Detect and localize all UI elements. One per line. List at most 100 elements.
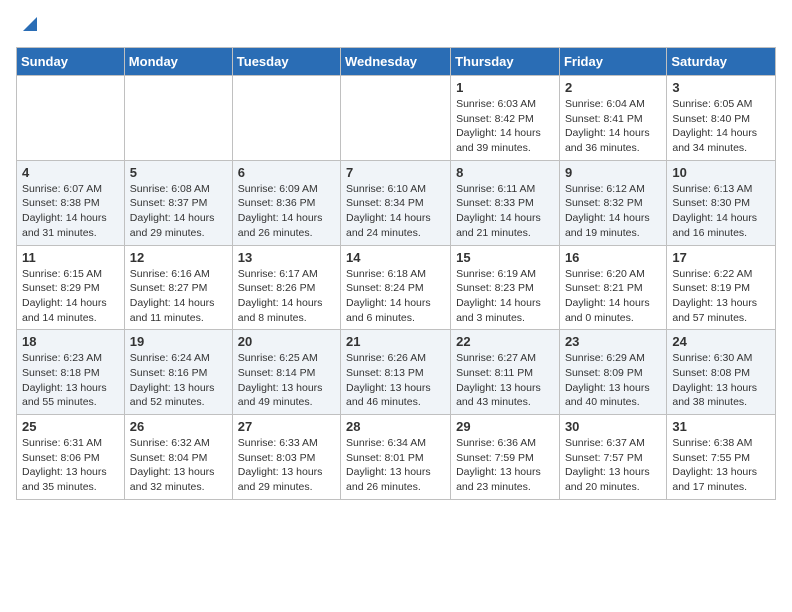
calendar-cell: 16 Sunrise: 6:20 AM Sunset: 8:21 PM Dayli… <box>559 245 666 330</box>
calendar-cell: 26 Sunrise: 6:32 AM Sunset: 8:04 PM Dayli… <box>124 415 232 500</box>
day-info: Sunrise: 6:30 AM Sunset: 8:08 PM Dayligh… <box>672 351 770 410</box>
calendar-cell: 12 Sunrise: 6:16 AM Sunset: 8:27 PM Dayli… <box>124 245 232 330</box>
calendar-cell: 23 Sunrise: 6:29 AM Sunset: 8:09 PM Dayli… <box>559 330 666 415</box>
week-row-3: 11Sunrise: 6:15 AM Sunset: 8:29 PM Dayli… <box>17 245 776 330</box>
calendar-cell: 20 Sunrise: 6:25 AM Sunset: 8:14 PM Dayli… <box>232 330 340 415</box>
day-info: Sunrise: 6:26 AM Sunset: 8:13 PM Dayligh… <box>346 351 445 410</box>
day-info: Sunrise: 6:17 AM Sunset: 8:26 PM Dayligh… <box>238 267 335 326</box>
day-info: Sunrise: 6:23 AM Sunset: 8:18 PM Dayligh… <box>22 351 119 410</box>
day-info: Sunrise: 6:25 AM Sunset: 8:14 PM Dayligh… <box>238 351 335 410</box>
day-info: Sunrise: 6:29 AM Sunset: 8:09 PM Dayligh… <box>565 351 661 410</box>
calendar-cell: 30 Sunrise: 6:37 AM Sunset: 7:57 PM Dayli… <box>559 415 666 500</box>
calendar-cell: 19Sunrise: 6:24 AM Sunset: 8:16 PM Dayli… <box>124 330 232 415</box>
day-number: 23 <box>565 334 661 349</box>
calendar-cell <box>17 76 125 161</box>
day-number: 22 <box>456 334 554 349</box>
day-info: Sunrise: 6:04 AM Sunset: 8:41 PM Dayligh… <box>565 97 661 156</box>
day-number: 8 <box>456 165 554 180</box>
calendar-cell: 29 Sunrise: 6:36 AM Sunset: 7:59 PM Dayli… <box>451 415 560 500</box>
day-number: 13 <box>238 250 335 265</box>
day-info: Sunrise: 6:15 AM Sunset: 8:29 PM Dayligh… <box>22 267 119 326</box>
logo-icon <box>19 13 41 35</box>
weekday-header-friday: Friday <box>559 48 666 76</box>
day-info: Sunrise: 6:11 AM Sunset: 8:33 PM Dayligh… <box>456 182 554 241</box>
day-info: Sunrise: 6:09 AM Sunset: 8:36 PM Dayligh… <box>238 182 335 241</box>
day-info: Sunrise: 6:16 AM Sunset: 8:27 PM Dayligh… <box>130 267 227 326</box>
day-number: 9 <box>565 165 661 180</box>
calendar-cell: 14Sunrise: 6:18 AM Sunset: 8:24 PM Dayli… <box>341 245 451 330</box>
calendar-cell: 15 Sunrise: 6:19 AM Sunset: 8:23 PM Dayli… <box>451 245 560 330</box>
day-number: 10 <box>672 165 770 180</box>
day-info: Sunrise: 6:22 AM Sunset: 8:19 PM Dayligh… <box>672 267 770 326</box>
day-number: 4 <box>22 165 119 180</box>
day-info: Sunrise: 6:34 AM Sunset: 8:01 PM Dayligh… <box>346 436 445 495</box>
day-info: Sunrise: 6:19 AM Sunset: 8:23 PM Dayligh… <box>456 267 554 326</box>
calendar-cell: 10 Sunrise: 6:13 AM Sunset: 8:30 PM Dayli… <box>667 160 776 245</box>
calendar-cell: 6 Sunrise: 6:09 AM Sunset: 8:36 PM Daylig… <box>232 160 340 245</box>
calendar-cell: 17 Sunrise: 6:22 AM Sunset: 8:19 PM Dayli… <box>667 245 776 330</box>
day-number: 17 <box>672 250 770 265</box>
day-number: 5 <box>130 165 227 180</box>
calendar-cell: 11Sunrise: 6:15 AM Sunset: 8:29 PM Dayli… <box>17 245 125 330</box>
day-number: 27 <box>238 419 335 434</box>
calendar-cell: 7Sunrise: 6:10 AM Sunset: 8:34 PM Daylig… <box>341 160 451 245</box>
day-number: 21 <box>346 334 445 349</box>
calendar-cell: 31 Sunrise: 6:38 AM Sunset: 7:55 PM Dayli… <box>667 415 776 500</box>
day-info: Sunrise: 6:31 AM Sunset: 8:06 PM Dayligh… <box>22 436 119 495</box>
day-info: Sunrise: 6:13 AM Sunset: 8:30 PM Dayligh… <box>672 182 770 241</box>
calendar-cell: 24 Sunrise: 6:30 AM Sunset: 8:08 PM Dayli… <box>667 330 776 415</box>
week-row-1: 1 Sunrise: 6:03 AM Sunset: 8:42 PM Daylig… <box>17 76 776 161</box>
calendar-cell: 2 Sunrise: 6:04 AM Sunset: 8:41 PM Daylig… <box>559 76 666 161</box>
day-number: 24 <box>672 334 770 349</box>
calendar-cell: 4 Sunrise: 6:07 AM Sunset: 8:38 PM Daylig… <box>17 160 125 245</box>
day-info: Sunrise: 6:07 AM Sunset: 8:38 PM Dayligh… <box>22 182 119 241</box>
calendar-cell <box>341 76 451 161</box>
day-number: 16 <box>565 250 661 265</box>
day-number: 30 <box>565 419 661 434</box>
day-number: 7 <box>346 165 445 180</box>
weekday-header-thursday: Thursday <box>451 48 560 76</box>
day-info: Sunrise: 6:03 AM Sunset: 8:42 PM Dayligh… <box>456 97 554 156</box>
day-info: Sunrise: 6:12 AM Sunset: 8:32 PM Dayligh… <box>565 182 661 241</box>
day-number: 25 <box>22 419 119 434</box>
day-number: 26 <box>130 419 227 434</box>
day-info: Sunrise: 6:36 AM Sunset: 7:59 PM Dayligh… <box>456 436 554 495</box>
calendar-cell: 21 Sunrise: 6:26 AM Sunset: 8:13 PM Dayli… <box>341 330 451 415</box>
weekday-header-row: SundayMondayTuesdayWednesdayThursdayFrid… <box>17 48 776 76</box>
calendar-cell: 8 Sunrise: 6:11 AM Sunset: 8:33 PM Daylig… <box>451 160 560 245</box>
day-info: Sunrise: 6:08 AM Sunset: 8:37 PM Dayligh… <box>130 182 227 241</box>
logo <box>16 16 41 35</box>
day-info: Sunrise: 6:27 AM Sunset: 8:11 PM Dayligh… <box>456 351 554 410</box>
day-number: 20 <box>238 334 335 349</box>
day-number: 12 <box>130 250 227 265</box>
day-number: 6 <box>238 165 335 180</box>
day-info: Sunrise: 6:20 AM Sunset: 8:21 PM Dayligh… <box>565 267 661 326</box>
week-row-2: 4 Sunrise: 6:07 AM Sunset: 8:38 PM Daylig… <box>17 160 776 245</box>
day-info: Sunrise: 6:37 AM Sunset: 7:57 PM Dayligh… <box>565 436 661 495</box>
week-row-5: 25 Sunrise: 6:31 AM Sunset: 8:06 PM Dayli… <box>17 415 776 500</box>
day-number: 1 <box>456 80 554 95</box>
day-number: 3 <box>672 80 770 95</box>
day-info: Sunrise: 6:32 AM Sunset: 8:04 PM Dayligh… <box>130 436 227 495</box>
day-number: 31 <box>672 419 770 434</box>
calendar-cell: 5 Sunrise: 6:08 AM Sunset: 8:37 PM Daylig… <box>124 160 232 245</box>
day-number: 14 <box>346 250 445 265</box>
day-info: Sunrise: 6:38 AM Sunset: 7:55 PM Dayligh… <box>672 436 770 495</box>
day-number: 18 <box>22 334 119 349</box>
day-number: 2 <box>565 80 661 95</box>
calendar-cell: 18 Sunrise: 6:23 AM Sunset: 8:18 PM Dayli… <box>17 330 125 415</box>
weekday-header-sunday: Sunday <box>17 48 125 76</box>
day-info: Sunrise: 6:05 AM Sunset: 8:40 PM Dayligh… <box>672 97 770 156</box>
calendar-cell: 13 Sunrise: 6:17 AM Sunset: 8:26 PM Dayli… <box>232 245 340 330</box>
calendar-cell <box>232 76 340 161</box>
calendar-cell: 27Sunrise: 6:33 AM Sunset: 8:03 PM Dayli… <box>232 415 340 500</box>
day-number: 29 <box>456 419 554 434</box>
calendar-cell: 22 Sunrise: 6:27 AM Sunset: 8:11 PM Dayli… <box>451 330 560 415</box>
calendar-table: SundayMondayTuesdayWednesdayThursdayFrid… <box>16 47 776 500</box>
day-number: 28 <box>346 419 445 434</box>
weekday-header-monday: Monday <box>124 48 232 76</box>
calendar-cell: 3 Sunrise: 6:05 AM Sunset: 8:40 PM Daylig… <box>667 76 776 161</box>
weekday-header-tuesday: Tuesday <box>232 48 340 76</box>
week-row-4: 18 Sunrise: 6:23 AM Sunset: 8:18 PM Dayli… <box>17 330 776 415</box>
day-number: 15 <box>456 250 554 265</box>
